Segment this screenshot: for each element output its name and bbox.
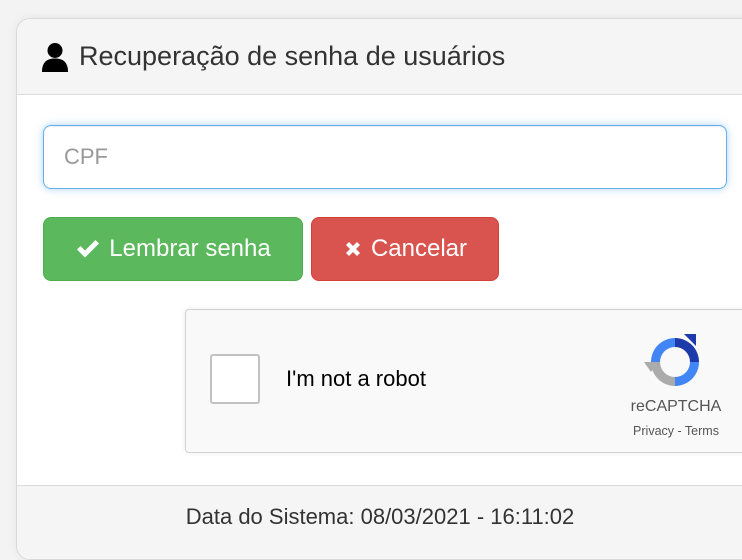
cpf-input[interactable] xyxy=(43,125,727,189)
recaptcha-terms-link[interactable]: Terms xyxy=(685,424,719,438)
close-icon xyxy=(343,239,363,259)
page-title: Recuperação de senha de usuários xyxy=(79,41,506,71)
recaptcha-links-separator: - xyxy=(674,424,685,438)
recaptcha-links: Privacy - Terms xyxy=(622,424,730,438)
check-icon xyxy=(75,238,101,260)
recaptcha-checkbox-label: I'm not a robot xyxy=(286,366,426,391)
remember-password-label: Lembrar senha xyxy=(109,235,271,262)
user-icon xyxy=(41,42,69,72)
panel-footer: Data do Sistema: 08/03/2021 - 16:11:02 xyxy=(17,485,742,559)
password-recovery-panel: Recuperação de senha de usuários Lembrar… xyxy=(16,18,742,560)
panel-heading: Recuperação de senha de usuários xyxy=(17,19,742,95)
recaptcha-widget: I'm not a robot reCAPTCHA Privacy - Term… xyxy=(185,309,742,453)
remember-password-button[interactable]: Lembrar senha xyxy=(43,217,303,281)
recaptcha-logo-icon xyxy=(644,332,706,392)
recaptcha-checkbox[interactable] xyxy=(210,354,260,404)
recaptcha-privacy-link[interactable]: Privacy xyxy=(633,424,674,438)
cancel-button[interactable]: Cancelar xyxy=(311,217,499,281)
cancel-label: Cancelar xyxy=(370,235,468,262)
recaptcha-brand: reCAPTCHA xyxy=(630,398,722,415)
system-date: Data do Sistema: 08/03/2021 - 16:11:02 xyxy=(185,504,575,529)
